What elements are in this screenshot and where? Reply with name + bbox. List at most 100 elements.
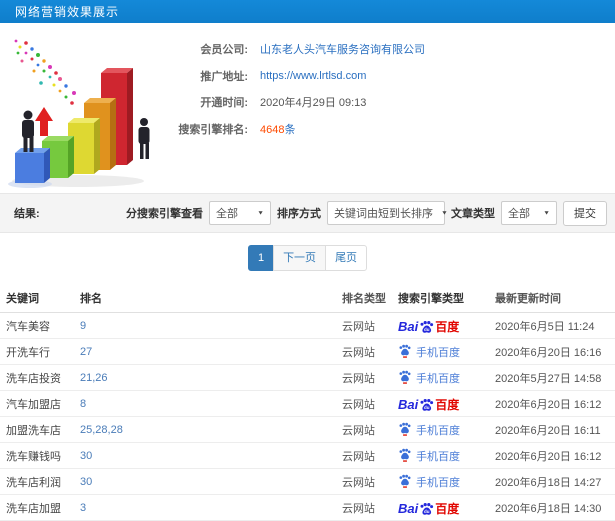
company-link[interactable]: 山东老人头汽车服务咨询有限公司 [260, 41, 425, 57]
keyword-cell: 洗车店利润 [6, 476, 61, 489]
businessman-right [138, 118, 150, 159]
app-header: 网络营销效果展示 [0, 0, 615, 23]
rank-type-cell: 云网站 [342, 346, 375, 359]
engine-select-value: 全部 [216, 208, 238, 220]
svg-text:du: du [424, 405, 430, 410]
header-updated: 最新更新时间 [495, 292, 561, 305]
rank-value[interactable]: 8 [80, 398, 86, 410]
last-page-button[interactable]: 尾页 [325, 245, 368, 271]
sort-select-value: 关键词由短到长排序 [334, 208, 433, 220]
updated-cell: 2020年6月20日 16:11 [495, 424, 601, 437]
confetti-dots [14, 39, 76, 105]
mobile-baidu-logo-icon: 手机百度 [398, 448, 460, 464]
mobile-baidu-logo-icon: 手机百度 [398, 474, 460, 490]
sort-filter-label: 排序方式 [277, 208, 321, 220]
engine-cell: du 手机百度 [398, 422, 495, 438]
header-engine-type: 搜索引擎类型 [398, 292, 464, 305]
mobile-baidu-label: 手机百度 [416, 346, 460, 359]
mobile-baidu-paw-icon [399, 344, 411, 358]
engine-filter-label: 分搜索引擎查看 [126, 208, 203, 220]
sort-select[interactable]: 关键词由短到长排序 ▼ [327, 201, 448, 225]
info-section: 会员公司: 山东老人头汽车服务咨询有限公司 推广地址: https://www.… [0, 23, 615, 193]
keyword-cell: 加盟洗车店 [6, 424, 61, 437]
header-rank-type: 排名类型 [342, 292, 386, 305]
promo-url-link[interactable]: https://www.lrtlsd.com [260, 70, 366, 82]
next-page-button[interactable]: 下一页 [273, 245, 327, 271]
rank-type-cell: 云网站 [342, 450, 375, 463]
mobile-baidu-label: 手机百度 [416, 450, 460, 463]
bar-blue [15, 148, 50, 183]
rank-value[interactable]: 25,28,28 [80, 424, 123, 436]
rank-value[interactable]: 30 [80, 450, 92, 462]
mobile-baidu-paw-icon [399, 422, 411, 436]
rank-value[interactable]: 27 [80, 346, 92, 358]
submit-button[interactable]: 提交 [563, 200, 607, 226]
article-type-label: 文章类型 [451, 208, 495, 220]
svg-text:du: du [424, 509, 430, 514]
engine-cell: du 手机百度 [398, 448, 495, 464]
rank-value[interactable]: 3 [80, 502, 86, 514]
bar-chart-growth-illustration [6, 31, 176, 194]
mobile-baidu-paw-icon [399, 370, 411, 384]
table-row: 开洗车行 27 云网站 du [0, 339, 615, 365]
baidu-logo-prefix: Bai [398, 319, 419, 333]
mobile-baidu-paw-icon [399, 474, 411, 488]
rank-type-cell: 云网站 [342, 372, 375, 385]
pagination: 1 下一页 尾页 [0, 233, 615, 283]
table-row: 汽车美容 9 云网站 Bai du 百度 2020年6月5日 11:24 [0, 313, 615, 339]
result-label: 结果: [14, 208, 40, 220]
baidu-paw-icon: du [420, 321, 434, 333]
engine-cell: Bai du 百度 [398, 500, 495, 515]
rank-value[interactable]: 9 [80, 320, 86, 332]
businessman-left [22, 110, 34, 152]
mobile-baidu-label: 手机百度 [416, 476, 460, 489]
engine-cell: du 手机百度 [398, 344, 495, 360]
updated-cell: 2020年6月20日 16:12 [495, 398, 602, 411]
up-arrow-icon [35, 107, 53, 136]
header-rank: 排名 [80, 292, 102, 305]
rank-type-cell: 云网站 [342, 476, 375, 489]
results-table: 关键词 排名 排名类型 搜索引擎类型 最新更新时间 汽车美容 9 云网站 Bai… [0, 283, 615, 521]
page-button-1[interactable]: 1 [247, 245, 275, 271]
table-body: 汽车美容 9 云网站 Bai du 百度 2020年6月5日 11:24 开洗车… [0, 313, 615, 521]
chevron-down-icon: ▼ [441, 210, 448, 216]
table-row: 洗车店加盟 3 云网站 Bai du 百度 2020年6月18日 14:30 [0, 495, 615, 521]
updated-cell: 2020年5月27日 14:58 [495, 372, 602, 385]
filter-controls: 分搜索引擎查看 全部 ▼ 排序方式 关键词由短到长排序 ▼ 文章类型 全部 ▼ … [126, 200, 607, 226]
rank-count-unit: 条 [284, 123, 296, 136]
engine-cell: Bai du 百度 [398, 318, 495, 333]
rank-value[interactable]: 30 [80, 476, 92, 488]
engine-select[interactable]: 全部 ▼ [209, 201, 271, 225]
updated-cell: 2020年6月20日 16:16 [495, 346, 602, 359]
baidu-logo-prefix: Bai [398, 397, 419, 411]
keyword-cell: 洗车赚钱吗 [6, 450, 61, 463]
rank-value[interactable]: 21,26 [80, 372, 108, 384]
info-row-company: 会员公司: 山东老人头汽车服务咨询有限公司 [160, 36, 615, 63]
baidu-logo-icon: Bai du 百度 [398, 318, 459, 333]
updated-cell: 2020年6月18日 14:27 [495, 476, 602, 489]
info-row-open-time: 开通时间: 2020年4月29日 09:13 [160, 89, 615, 116]
chevron-down-icon: ▼ [543, 210, 550, 216]
table-row: 洗车赚钱吗 30 云网站 du [0, 443, 615, 469]
table-row: 加盟洗车店 25,28,28 云网站 du [0, 417, 615, 443]
table-row: 洗车店利润 30 云网站 du [0, 469, 615, 495]
info-row-rank-count: 搜索引擎排名: 4648条 [160, 116, 615, 143]
info-row-url: 推广地址: https://www.lrtlsd.com [160, 63, 615, 90]
engine-cell: du 手机百度 [398, 474, 495, 490]
table-header: 关键词 排名 排名类型 搜索引擎类型 最新更新时间 [0, 283, 615, 313]
article-type-select[interactable]: 全部 ▼ [501, 201, 557, 225]
svg-text:du: du [424, 327, 430, 332]
article-type-select-value: 全部 [508, 208, 530, 220]
rank-count-value: 4648条 [260, 121, 295, 137]
baidu-logo-prefix: Bai [398, 501, 419, 515]
baidu-paw-icon: du [420, 399, 434, 411]
page-title: 网络营销效果展示 [15, 5, 120, 19]
rank-type-cell: 云网站 [342, 320, 375, 333]
baidu-logo-suffix: 百度 [435, 502, 460, 515]
keyword-cell: 汽车美容 [6, 320, 50, 333]
baidu-logo-icon: Bai du 百度 [398, 396, 459, 411]
baidu-logo-suffix: 百度 [435, 320, 460, 333]
header-keyword: 关键词 [6, 292, 39, 305]
baidu-logo-suffix: 百度 [435, 398, 460, 411]
updated-cell: 2020年6月18日 14:30 [495, 502, 602, 515]
